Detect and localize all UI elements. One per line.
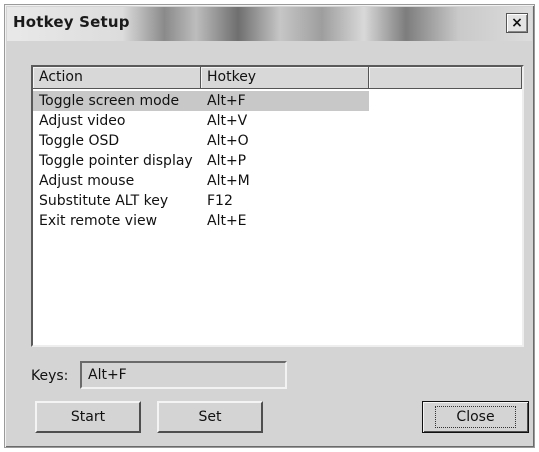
hotkey-cell: Alt+V [207,113,248,129]
hotkey-cell: Alt+O [207,133,249,149]
list-item[interactable]: Exit remote view Alt+E [33,211,522,231]
hotkey-cell: Alt+M [207,173,250,189]
title-bar[interactable]: Hotkey Setup × [7,7,532,41]
hotkey-cell: F12 [207,193,233,209]
list-item[interactable]: Toggle screen mode Alt+F [33,91,522,111]
start-button[interactable]: Start [35,401,141,433]
action-cell: Exit remote view [39,213,158,229]
hotkey-cell: Alt+E [207,213,247,229]
action-cell: Toggle OSD [39,133,120,149]
keys-label: Keys: [31,368,69,384]
column-header-empty[interactable] [369,67,522,89]
list-item[interactable]: Substitute ALT key F12 [33,191,522,211]
close-button[interactable]: Close [422,401,529,433]
list-header: Action Hotkey [33,67,522,89]
set-button[interactable]: Set [157,401,263,433]
list-item[interactable]: Toggle pointer display Alt+P [33,151,522,171]
close-button-label: Close [435,406,516,428]
keys-field[interactable]: Alt+F [80,361,287,389]
hotkey-cell: Alt+P [207,153,247,169]
hotkey-setup-dialog: Hotkey Setup × Action Hotkey Toggle scre… [4,4,535,448]
list-item[interactable]: Adjust video Alt+V [33,111,522,131]
list-rows: Toggle screen mode Alt+F Adjust video Alt+V… [33,91,522,231]
hotkey-cell: Alt+F [201,91,369,111]
action-cell: Adjust video [39,113,126,129]
action-cell: Toggle pointer display [39,153,193,169]
action-cell: Adjust mouse [39,173,135,189]
action-cell: Substitute ALT key [39,193,169,209]
list-item[interactable]: Adjust mouse Alt+M [33,171,522,191]
dialog-title: Hotkey Setup [13,13,130,31]
column-header-action[interactable]: Action [33,67,201,89]
hotkey-list[interactable]: Action Hotkey Toggle screen mode Alt+F Adj… [31,65,524,347]
action-cell: Toggle screen mode [33,91,201,111]
column-header-hotkey[interactable]: Hotkey [201,67,369,89]
close-icon[interactable]: × [506,13,528,33]
list-item[interactable]: Toggle OSD Alt+O [33,131,522,151]
